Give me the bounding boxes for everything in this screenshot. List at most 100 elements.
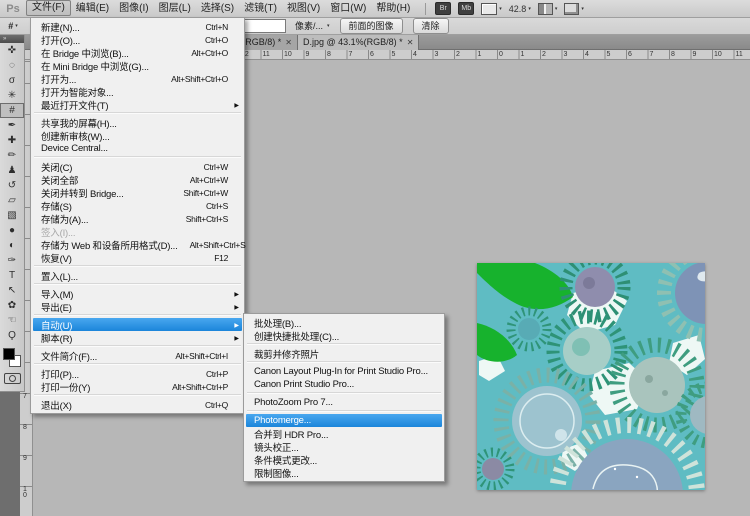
- screen-mode-dropdown[interactable]: ▾: [564, 3, 584, 15]
- menu-item[interactable]: 打印(P)...Ctrl+P: [33, 367, 242, 380]
- mini-bridge-icon[interactable]: Mb: [458, 2, 474, 15]
- menubar-item[interactable]: 视图(V): [282, 0, 325, 17]
- brush-tool[interactable]: ✏: [0, 148, 24, 163]
- zoom-level-dropdown[interactable]: 42.8 ▾: [509, 4, 531, 14]
- close-icon[interactable]: ✕: [407, 38, 414, 47]
- shape-tool[interactable]: ✿: [0, 298, 24, 313]
- ruler-number: 9: [23, 456, 27, 462]
- menu-item[interactable]: 限制图像...: [246, 466, 442, 479]
- menubar-item[interactable]: 图层(L): [154, 0, 196, 17]
- foreground-color-swatch[interactable]: [3, 348, 15, 360]
- submenu-arrow-icon: ▶: [234, 102, 239, 109]
- healing-brush-tool[interactable]: ✚: [0, 133, 24, 148]
- menu-item-label: Canon Print Studio Pro...: [254, 379, 354, 390]
- pen-tool[interactable]: ✑: [0, 253, 24, 268]
- menu-item[interactable]: Device Central...: [33, 142, 242, 155]
- photoshop-logo: Ps: [0, 3, 26, 15]
- menu-item[interactable]: 最近打开文件(T)▶: [33, 98, 242, 111]
- menu-item[interactable]: 导入(M)▶: [33, 287, 242, 300]
- chevron-down-icon: ▾: [555, 6, 558, 12]
- menu-item[interactable]: 打开(O)...Ctrl+O: [33, 33, 242, 46]
- dodge-tool[interactable]: ◐: [0, 238, 24, 253]
- menubar-item[interactable]: 选择(S): [196, 0, 239, 17]
- clone-stamp-tool[interactable]: ♟: [0, 163, 24, 178]
- menubar-item[interactable]: 图像(I): [114, 0, 153, 17]
- blur-tool[interactable]: ●: [0, 223, 24, 238]
- menu-item[interactable]: 打印一份(Y)Alt+Shift+Ctrl+P: [33, 380, 242, 393]
- close-icon[interactable]: ✕: [285, 38, 292, 47]
- menu-item[interactable]: 关闭全部Alt+Ctrl+W: [33, 173, 242, 186]
- path-selection-tool[interactable]: ↖: [0, 283, 24, 298]
- menu-item[interactable]: 存储为 Web 和设备所用格式(D)...Alt+Shift+Ctrl+S: [33, 238, 242, 251]
- lasso-tool[interactable]: σ: [0, 73, 24, 88]
- move-tool[interactable]: ✜: [0, 43, 24, 58]
- menu-item[interactable]: 存储(S)Ctrl+S: [33, 199, 242, 212]
- view-extras-dropdown[interactable]: ▾: [481, 3, 502, 15]
- marquee-tool[interactable]: ◌: [0, 58, 24, 73]
- color-swatches[interactable]: [0, 345, 24, 369]
- front-image-button[interactable]: 前面的图像: [340, 18, 403, 34]
- menu-item[interactable]: Photomerge...: [246, 414, 442, 427]
- hand-tool[interactable]: ☜: [0, 313, 24, 328]
- menu-item[interactable]: 新建(N)...Ctrl+N: [33, 20, 242, 33]
- menu-item[interactable]: Canon Print Studio Pro...: [246, 378, 442, 391]
- tool-preset-picker[interactable]: # ▾: [0, 21, 26, 31]
- menu-item[interactable]: 导出(E)▶: [33, 300, 242, 313]
- quick-selection-tool[interactable]: ✳: [0, 88, 24, 103]
- menu-item[interactable]: 创建快捷批处理(C)...: [246, 329, 442, 342]
- menu-item[interactable]: 批处理(B)...: [246, 316, 442, 329]
- arrange-documents-dropdown[interactable]: ▾: [538, 3, 558, 15]
- menu-item[interactable]: 自动(U)▶: [33, 318, 242, 331]
- type-tool[interactable]: T: [0, 268, 24, 283]
- history-brush-tool[interactable]: ↺: [0, 178, 24, 193]
- menu-item[interactable]: 恢复(V)F12: [33, 251, 242, 264]
- quick-mask-button[interactable]: [4, 373, 21, 384]
- menu-item[interactable]: 置入(L)...: [33, 269, 242, 282]
- menu-item[interactable]: PhotoZoom Pro 7...: [246, 396, 442, 409]
- menubar-item[interactable]: 滤镜(T): [239, 0, 282, 17]
- menu-item[interactable]: 脚本(R)▶: [33, 331, 242, 344]
- crop-width-input[interactable]: [238, 19, 286, 33]
- path-selection-tool-icon: ↖: [8, 285, 16, 296]
- zoom-tool-icon: Ϙ: [8, 330, 16, 341]
- menubar-item[interactable]: 窗口(W): [325, 0, 371, 17]
- menu-item[interactable]: Canon Layout Plug-In for Print Studio Pr…: [246, 365, 442, 378]
- menu-item[interactable]: 退出(X)Ctrl+Q: [33, 398, 242, 411]
- eraser-tool[interactable]: ▱: [0, 193, 24, 208]
- menu-item[interactable]: 存储为(A)...Shift+Ctrl+S: [33, 212, 242, 225]
- document-tab[interactable]: D.jpg @ 43.1%(RGB/8) *✕: [298, 34, 419, 50]
- gradient-tool[interactable]: ▧: [0, 208, 24, 223]
- eyedropper-tool[interactable]: ✒: [0, 118, 24, 133]
- menu-item-label: 导出(E): [41, 300, 72, 314]
- menu-item[interactable]: 合并到 HDR Pro...: [246, 427, 442, 440]
- resolution-unit-dropdown[interactable]: 像素/... ▾: [295, 19, 330, 32]
- menu-item[interactable]: 条件模式更改...: [246, 453, 442, 466]
- menu-item[interactable]: 关闭并转到 Bridge...Shift+Ctrl+W: [33, 186, 242, 199]
- menu-item[interactable]: 创建新审核(W)...: [33, 129, 242, 142]
- zoom-tool[interactable]: Ϙ: [0, 328, 24, 343]
- menubar-item[interactable]: 编辑(E): [71, 0, 114, 17]
- toolbox-collapse-icon[interactable]: »: [0, 35, 24, 43]
- menu-item[interactable]: 文件简介(F)...Alt+Shift+Ctrl+I: [33, 349, 242, 362]
- menu-separator: [247, 361, 441, 363]
- menu-item[interactable]: 裁剪并修齐照片: [246, 347, 442, 360]
- crop-tool[interactable]: #: [0, 103, 24, 118]
- menu-separator: [247, 392, 441, 394]
- menubar-item[interactable]: 文件(F): [26, 0, 71, 16]
- menu-item[interactable]: 打开为...Alt+Shift+Ctrl+O: [33, 72, 242, 85]
- open-document-image[interactable]: [477, 263, 705, 490]
- menu-item[interactable]: 关闭(C)Ctrl+W: [33, 160, 242, 173]
- menu-item[interactable]: 在 Mini Bridge 中浏览(G)...: [33, 59, 242, 72]
- menu-item[interactable]: 在 Bridge 中浏览(B)...Alt+Ctrl+O: [33, 46, 242, 59]
- chevron-down-icon: ▾: [581, 6, 584, 12]
- menu-item[interactable]: 共享我的屏幕(H)...: [33, 116, 242, 129]
- menubar-item[interactable]: 帮助(H): [371, 0, 415, 17]
- menu-item[interactable]: 打开为智能对象...: [33, 85, 242, 98]
- menu-item-label: 在 Mini Bridge 中浏览(G)...: [41, 59, 149, 73]
- menu-item-label: Canon Layout Plug-In for Print Studio Pr…: [254, 366, 428, 377]
- bridge-icon[interactable]: Br: [435, 2, 451, 15]
- clear-button[interactable]: 清除: [413, 18, 449, 34]
- menu-item-label: 关闭全部: [41, 173, 78, 187]
- menu-item[interactable]: 镜头校正...: [246, 440, 442, 453]
- menu-item-label: 打开为...: [41, 72, 76, 86]
